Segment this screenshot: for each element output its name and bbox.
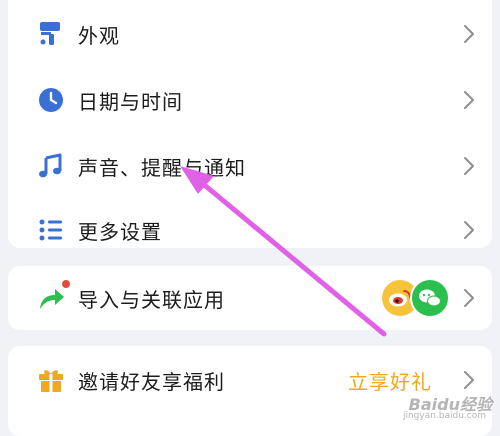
wechat-icon (410, 278, 450, 318)
chevron-right-icon (462, 287, 476, 309)
clock-icon (34, 83, 68, 117)
settings-item-label: 日期与时间 (78, 89, 183, 114)
import-label: 导入与关联应用 (78, 287, 225, 312)
chevron-right-icon (462, 219, 476, 241)
chevron-right-icon (462, 369, 476, 391)
settings-item-appearance[interactable]: 外观 (8, 4, 492, 64)
chevron-right-icon (462, 89, 476, 111)
gift-icon (34, 363, 68, 397)
music-note-icon (34, 149, 68, 183)
settings-item-label: 声音、提醒与通知 (78, 155, 246, 180)
settings-item-more[interactable]: 更多设置 (8, 200, 492, 260)
notification-dot (62, 280, 70, 288)
chevron-right-icon (462, 23, 476, 45)
baidu-watermark-url: jingyan.baidu.com (402, 411, 486, 421)
settings-item-label: 更多设置 (78, 219, 162, 244)
list-icon (34, 213, 68, 247)
linked-app-badges (382, 278, 450, 320)
settings-card: 外观 日期与时间 声音、提醒与通知 更多设置 (8, 0, 492, 248)
import-linked-apps-item[interactable]: 导入与关联应用 (8, 268, 492, 328)
invite-label: 邀请好友享福利 (78, 369, 225, 394)
chevron-right-icon (462, 155, 476, 177)
settings-item-label: 外观 (78, 23, 120, 48)
settings-item-sound-notifications[interactable]: 声音、提醒与通知 (8, 136, 492, 196)
settings-item-date-time[interactable]: 日期与时间 (8, 70, 492, 130)
paint-roller-icon (34, 17, 68, 51)
import-card: 导入与关联应用 (8, 266, 492, 330)
